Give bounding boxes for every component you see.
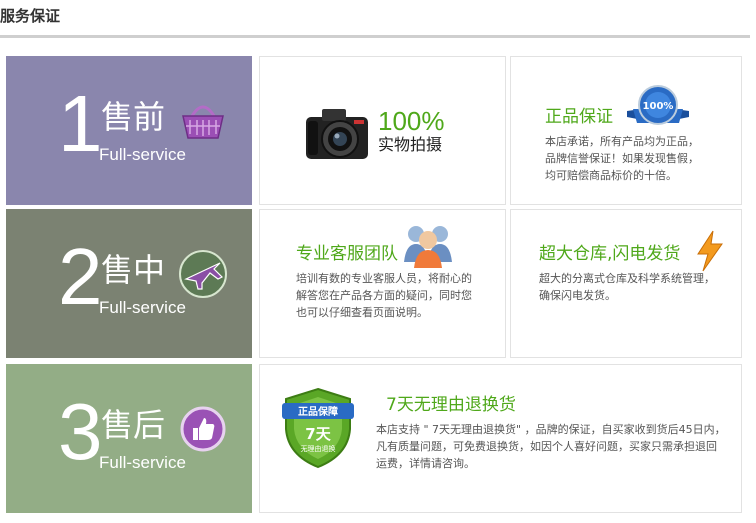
stage-after-sale: 3 售后 Full-service (6, 364, 252, 513)
stage-sublabel: Full-service (99, 453, 186, 472)
desc-line: 超大的分离式仓库及科学系统管理， (539, 272, 715, 285)
card-title: 专业客服团队 (296, 244, 398, 264)
desc-line: 品牌信誉保证！如果发现售假， (545, 152, 699, 165)
card-description: 本店支持 " 7天无理由退换货" ，品牌的保证，自买家收到货后45日内， 凡有质… (376, 421, 726, 472)
card-title: 7天无理由退换货 (386, 395, 516, 415)
stage-label: 售前 (101, 98, 166, 136)
desc-line: 均可赔偿商品标价的十倍。 (545, 169, 677, 182)
photo-caption: 实物拍摄 (378, 135, 443, 154)
stage-label: 售中 (101, 251, 166, 289)
title-divider (0, 35, 750, 38)
desc-line: 本店承诺，所有产品均为正品， (545, 135, 699, 148)
card-description: 培训有数的专业客服人员，将耐心的 解答您在产品各方面的疑问，同时您 也可以仔细查… (296, 270, 472, 321)
page-title: 服务保证 (0, 7, 61, 25)
stage-pre-sale: 1 售前 Full-service (6, 56, 252, 205)
desc-line: 也可以仔细查看页面说明。 (296, 306, 428, 319)
stage-number: 1 (58, 79, 103, 168)
thumbs-up-icon (180, 406, 226, 452)
stage-label: 售后 (101, 406, 166, 444)
card-description: 本店承诺，所有产品均为正品， 品牌信誉保证！如果发现售假， 均可赔偿商品标价的十… (545, 133, 699, 184)
desc-line: 解答您在产品各方面的疑问，同时您 (296, 289, 472, 302)
card-description: 超大的分离式仓库及科学系统管理， 确保闪电发货。 (539, 270, 715, 304)
stage-number: 3 (58, 387, 103, 476)
card-title: 正品保证 (545, 107, 613, 127)
card-title: 超大仓库,闪电发货 (539, 244, 681, 264)
quality-badge-icon: 100% (627, 85, 689, 125)
camera-icon (306, 109, 368, 159)
stage-in-sale: 2 售中 Full-service (6, 209, 252, 358)
desc-line: 确保闪电发货。 (539, 289, 616, 302)
shield-top-text: 正品保障 (298, 405, 338, 418)
shield-sub-text: 无理由退换 (301, 444, 336, 453)
card-genuine-guarantee: 正品保证 100% 本店承诺，所有产品均为正品， 品牌信誉保证！如果发现售假， … (510, 56, 742, 205)
card-seven-day-returns: 正品保障 7天 无理由退换 7天无理由退换货 本店支持 " 7天无理由退换货" … (259, 364, 742, 513)
stage-sublabel: Full-service (99, 145, 186, 164)
percent-text: 100% (378, 106, 445, 136)
badge-text: 100% (643, 101, 674, 112)
desc-line: 本店支持 " 7天无理由退换货" ，品牌的保证，自买家收到货后45日内， (376, 423, 726, 436)
stage-number: 2 (58, 232, 103, 321)
shield-main-text: 7天 (305, 425, 331, 443)
airplane-icon (179, 250, 227, 298)
card-warehouse-shipping: 超大仓库,闪电发货 超大的分离式仓库及科学系统管理， 确保闪电发货。 (510, 209, 742, 358)
customer-service-icon (404, 226, 452, 268)
card-real-photo: 100% 实物拍摄 (259, 56, 506, 205)
stage-sublabel: Full-service (99, 298, 186, 317)
basket-icon (182, 105, 224, 139)
card-professional-team: 专业客服团队 培训有数的专业客服人员，将耐心的 解答您在产品各方面的疑问，同时您… (259, 209, 506, 358)
desc-line: 运费，详情请咨询。 (376, 457, 475, 470)
desc-line: 培训有数的专业客服人员，将耐心的 (296, 272, 472, 285)
shield-icon: 正品保障 7天 无理由退换 (282, 387, 354, 469)
lightning-icon (697, 230, 723, 272)
desc-line: 凡有质量问题，可免费退换货，如因个人喜好问题，买家只需承担退回 (376, 440, 717, 453)
